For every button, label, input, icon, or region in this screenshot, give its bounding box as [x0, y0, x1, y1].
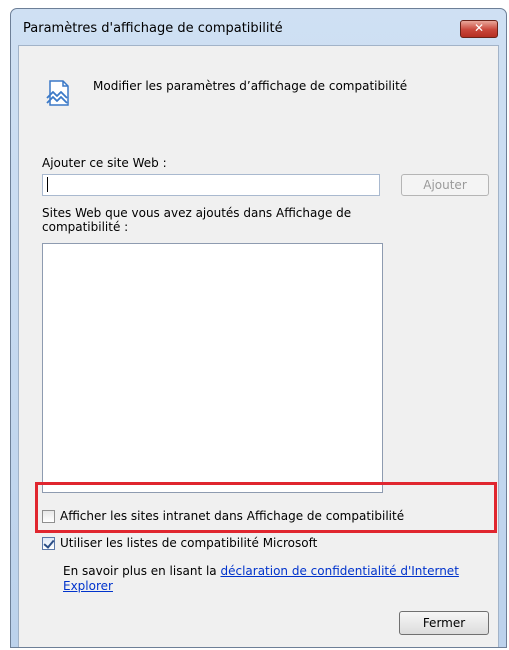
compatibility-view-icon — [46, 80, 69, 106]
microsoft-lists-checkbox[interactable] — [42, 536, 55, 550]
dialog-title: Paramètres d'affichage de compatibilité — [23, 21, 283, 36]
microsoft-lists-checkbox-label: Utiliser les listes de compatibilité Mic… — [60, 536, 318, 550]
compatibility-view-dialog: Paramètres d'affichage de compatibilité … — [10, 8, 507, 648]
microsoft-lists-option[interactable]: Utiliser les listes de compatibilité Mic… — [42, 536, 317, 550]
sites-list[interactable] — [42, 243, 383, 493]
title-bar[interactable]: Paramètres d'affichage de compatibilité … — [11, 9, 506, 45]
sites-list-label: Sites Web que vous avez ajoutés dans Aff… — [42, 206, 352, 234]
dialog-header: Modifier les paramètres d’affichage de c… — [93, 79, 408, 93]
add-site-input[interactable] — [42, 174, 380, 196]
add-site-label: Ajouter ce site Web : — [42, 156, 167, 170]
add-button[interactable]: Ajouter — [401, 174, 489, 196]
privacy-text: En savoir plus en lisant la déclaration … — [63, 564, 483, 594]
dialog-content: Modifier les paramètres d’affichage de c… — [18, 45, 499, 647]
intranet-checkbox-label: Afficher les sites intranet dans Afficha… — [60, 509, 405, 523]
close-icon[interactable]: ✕ — [460, 20, 498, 38]
text-caret — [47, 177, 48, 192]
close-button[interactable]: Fermer — [399, 611, 489, 635]
highlight-box — [35, 482, 497, 533]
privacy-prefix: En savoir plus en lisant la — [63, 564, 221, 578]
intranet-option[interactable]: Afficher les sites intranet dans Afficha… — [42, 509, 404, 523]
intranet-checkbox[interactable] — [42, 509, 55, 523]
